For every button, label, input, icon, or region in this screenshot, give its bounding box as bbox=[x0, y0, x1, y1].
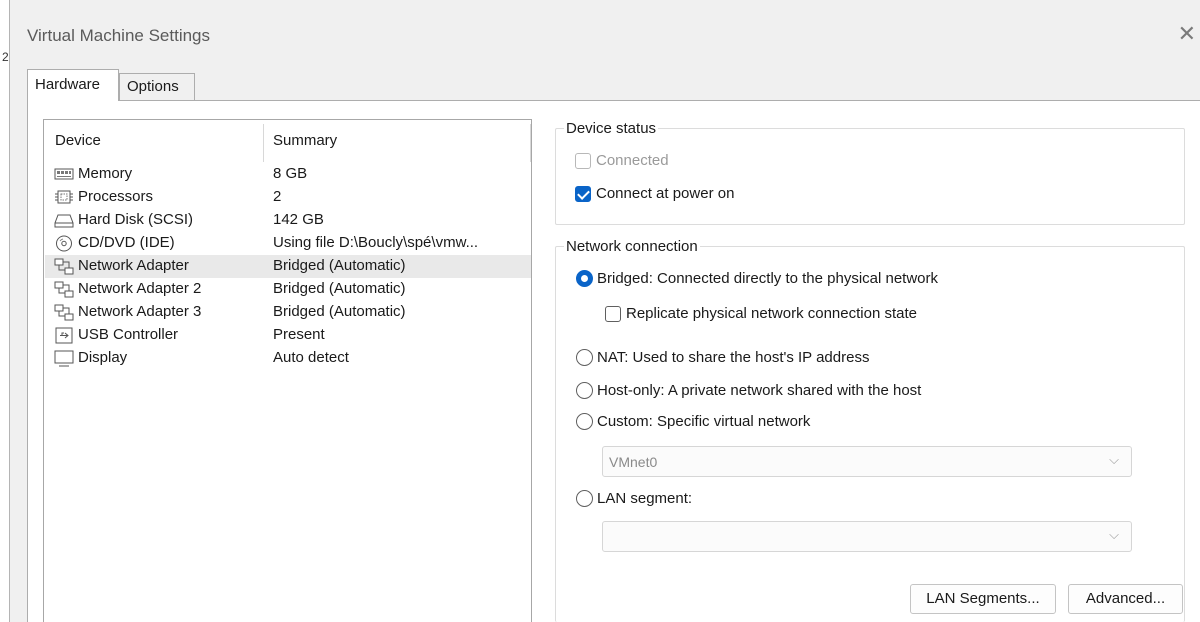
cd-dvd-icon bbox=[56, 235, 72, 252]
device-summary: Bridged (Automatic) bbox=[273, 303, 406, 320]
display-icon bbox=[54, 350, 74, 367]
device-name: Network Adapter 2 bbox=[78, 280, 202, 297]
network-connection-legend: Network connection bbox=[566, 238, 698, 255]
chevron-down-icon: ⌵ bbox=[1109, 453, 1119, 468]
network-adapter-icon bbox=[54, 281, 74, 298]
device-summary: Using file D:\Boucly\spé\vmw... bbox=[273, 234, 479, 251]
bridged-radio-button[interactable] bbox=[576, 270, 593, 287]
connect-at-power-on-checkbox[interactable]: Connect at power on bbox=[575, 185, 734, 202]
replicate-state-checkbox-box[interactable] bbox=[605, 305, 621, 322]
device-summary: Auto detect bbox=[273, 349, 349, 366]
device-name: Network Adapter bbox=[78, 257, 189, 274]
device-name: Network Adapter 3 bbox=[78, 303, 202, 320]
lan-segment-radio-button[interactable] bbox=[576, 490, 593, 507]
window-title: Virtual Machine Settings bbox=[27, 26, 211, 45]
custom-radio-button[interactable] bbox=[576, 413, 593, 430]
connected-label: Connected bbox=[596, 152, 669, 169]
device-summary: Bridged (Automatic) bbox=[273, 257, 406, 274]
device-list[interactable]: Device Summary Memory 8 GB Processors 2 … bbox=[43, 119, 532, 622]
device-name: Hard Disk (SCSI) bbox=[78, 211, 194, 228]
chevron-down-icon: ⌵ bbox=[1109, 528, 1119, 543]
device-name: CD/DVD (IDE) bbox=[78, 234, 175, 251]
column-divider[interactable] bbox=[263, 124, 264, 162]
custom-radio[interactable]: Custom: Specific virtual network bbox=[576, 413, 810, 430]
vmnet-select-value: VMnet0 bbox=[609, 454, 658, 470]
device-row-usb-controller[interactable]: USB Controller Present bbox=[45, 324, 531, 347]
nat-radio-button[interactable] bbox=[576, 349, 593, 366]
summary-column-header[interactable]: Summary bbox=[273, 132, 337, 149]
device-column-header[interactable]: Device bbox=[55, 132, 101, 149]
column-divider bbox=[530, 124, 531, 162]
advanced-button[interactable]: Advanced... bbox=[1068, 584, 1183, 614]
connected-checkbox[interactable]: Connected bbox=[575, 152, 669, 169]
tab-options[interactable]: Options bbox=[119, 73, 195, 101]
connected-checkbox-box[interactable] bbox=[575, 152, 591, 169]
network-adapter-icon bbox=[54, 258, 74, 275]
device-summary: Bridged (Automatic) bbox=[273, 280, 406, 297]
device-name: Display bbox=[78, 349, 128, 366]
tab-hardware[interactable]: Hardware bbox=[27, 69, 119, 101]
device-status-group: Device status bbox=[555, 120, 1185, 225]
processor-icon bbox=[55, 190, 73, 204]
host-only-label: Host-only: A private network shared with… bbox=[597, 382, 922, 399]
hard-disk-icon bbox=[54, 214, 74, 228]
connect-at-power-on-label: Connect at power on bbox=[596, 185, 735, 202]
device-summary: Present bbox=[273, 326, 325, 343]
nat-radio[interactable]: NAT: Used to share the host's IP address bbox=[576, 349, 869, 366]
network-adapter-icon bbox=[54, 304, 74, 321]
usb-icon bbox=[55, 327, 73, 344]
bridged-radio[interactable]: Bridged: Connected directly to the physi… bbox=[576, 270, 938, 287]
device-row-network-adapter[interactable]: Network Adapter Bridged (Automatic) bbox=[45, 255, 531, 278]
vmnet-select[interactable]: VMnet0 ⌵ bbox=[602, 446, 1132, 477]
lan-segment-label: LAN segment: bbox=[597, 490, 693, 507]
custom-label: Custom: Specific virtual network bbox=[597, 413, 811, 430]
device-summary: 8 GB bbox=[273, 165, 308, 182]
device-row-cd-dvd[interactable]: CD/DVD (IDE) Using file D:\Boucly\spé\vm… bbox=[45, 232, 531, 255]
lan-segment-radio[interactable]: LAN segment: bbox=[576, 490, 692, 507]
memory-icon bbox=[54, 168, 74, 180]
device-row-memory[interactable]: Memory 8 GB bbox=[45, 163, 531, 186]
device-row-processors[interactable]: Processors 2 bbox=[45, 186, 531, 209]
device-row-network-adapter-2[interactable]: Network Adapter 2 Bridged (Automatic) bbox=[45, 278, 531, 301]
close-icon[interactable]: ✕ bbox=[1178, 22, 1196, 47]
device-row-display[interactable]: Display Auto detect bbox=[45, 347, 531, 370]
replicate-state-checkbox[interactable]: Replicate physical network connection st… bbox=[605, 305, 917, 322]
device-name: Processors bbox=[78, 188, 154, 205]
device-name: USB Controller bbox=[78, 326, 179, 343]
host-only-radio-button[interactable] bbox=[576, 382, 593, 399]
device-summary: 142 GB bbox=[273, 211, 324, 228]
connect-at-power-on-checkbox-box[interactable] bbox=[575, 185, 591, 202]
lan-segment-select[interactable]: ⌵ bbox=[602, 521, 1132, 552]
device-row-hard-disk[interactable]: Hard Disk (SCSI) 142 GB bbox=[45, 209, 531, 232]
bridged-label: Bridged: Connected directly to the physi… bbox=[597, 270, 939, 287]
host-only-radio[interactable]: Host-only: A private network shared with… bbox=[576, 382, 921, 399]
network-connection-group: Network connection bbox=[555, 238, 1185, 622]
device-name: Memory bbox=[78, 165, 133, 182]
nat-label: NAT: Used to share the host's IP address bbox=[597, 349, 870, 366]
replicate-state-label: Replicate physical network connection st… bbox=[626, 305, 917, 322]
device-row-network-adapter-3[interactable]: Network Adapter 3 Bridged (Automatic) bbox=[45, 301, 531, 324]
background-window-strip: 2 bbox=[0, 0, 9, 622]
lan-segments-button[interactable]: LAN Segments... bbox=[910, 584, 1056, 614]
device-summary: 2 bbox=[273, 188, 282, 205]
device-status-legend: Device status bbox=[566, 120, 657, 137]
